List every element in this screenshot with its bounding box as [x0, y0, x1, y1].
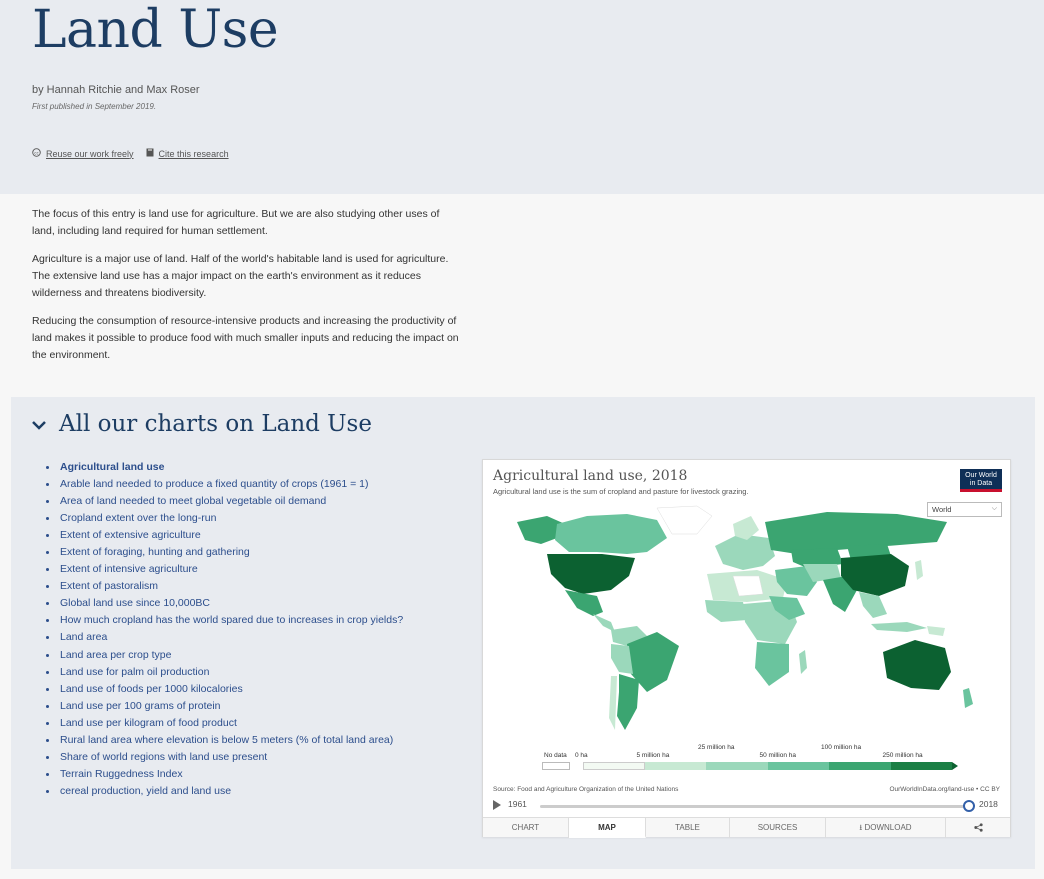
- svg-text:cc: cc: [34, 150, 38, 155]
- map-region-canada: [555, 514, 667, 554]
- map-region-papua: [927, 626, 945, 636]
- share-button[interactable]: [946, 818, 1010, 838]
- share-icon: [973, 823, 983, 833]
- chart-list-item[interactable]: Extent of extensive agriculture: [44, 527, 403, 544]
- map-region-west-africa: [705, 600, 747, 622]
- charts-panel: All our charts on Land Use Agricultural …: [11, 397, 1035, 869]
- reuse-link[interactable]: cc Reuse our work freely: [32, 148, 134, 159]
- chevron-down-icon[interactable]: [31, 417, 47, 433]
- tab-map[interactable]: MAP: [569, 818, 646, 838]
- intro-text: The focus of this entry is land use for …: [32, 206, 464, 375]
- map-region-southeast-asia: [859, 592, 887, 618]
- map-region-central-america: [593, 614, 615, 632]
- timeline-start-year: 1961: [508, 799, 527, 809]
- map-region-madagascar: [799, 650, 807, 674]
- legend-bin[interactable]: [890, 762, 952, 770]
- grapher-embed: Agricultural land use, 2018 Agricultural…: [482, 459, 1011, 838]
- chart-list-item[interactable]: Land use for palm oil production: [44, 664, 403, 681]
- legend-bin[interactable]: [767, 762, 829, 770]
- chart-list-item[interactable]: Land use of foods per 1000 kilocalories: [44, 681, 403, 698]
- chart-license-link[interactable]: OurWorldInData.org/land-use • CC BY: [889, 786, 1000, 793]
- tab-download[interactable]: ⭳ DOWNLOAD: [826, 818, 946, 838]
- chart-list-item[interactable]: Rural land area where elevation is below…: [44, 732, 403, 749]
- chart-list-item[interactable]: cereal production, yield and land use: [44, 783, 403, 800]
- cite-link[interactable]: Cite this research: [146, 148, 229, 159]
- chart-list-item[interactable]: Land use per kilogram of food product: [44, 715, 403, 732]
- map-region-southern-africa: [755, 642, 789, 686]
- chart-list-item[interactable]: Agricultural land use: [44, 459, 403, 476]
- intro-paragraph: The focus of this entry is land use for …: [32, 208, 440, 237]
- tab-chart[interactable]: CHART: [483, 818, 569, 838]
- play-icon[interactable]: [493, 800, 501, 810]
- chart-list-item[interactable]: Land use per 100 grams of protein: [44, 698, 403, 715]
- chart-list-item[interactable]: Global land use since 10,000BC: [44, 595, 403, 612]
- chart-list-item[interactable]: Land area per crop type: [44, 647, 403, 664]
- legend-no-data-swatch: [542, 762, 570, 770]
- legend-bin[interactable]: [644, 762, 706, 770]
- chart-list-item[interactable]: Extent of foraging, hunting and gatherin…: [44, 544, 403, 561]
- reuse-link-label: Reuse our work freely: [46, 148, 134, 159]
- map-region-chile: [609, 676, 617, 730]
- map-region-europe: [715, 534, 775, 570]
- legend-no-data-label: No data: [544, 752, 567, 759]
- tab-sources[interactable]: SOURCES: [730, 818, 826, 838]
- tab-table[interactable]: TABLE: [646, 818, 730, 838]
- legend-tick-label: 100 million ha: [821, 744, 862, 751]
- world-map[interactable]: [507, 504, 987, 744]
- chart-subtitle: Agricultural land use is the sum of crop…: [493, 487, 749, 496]
- chart-list-item[interactable]: Arable land needed to produce a fixed qu…: [44, 476, 403, 493]
- cc-icon: cc: [32, 148, 41, 159]
- grapher-tabs: CHART MAP TABLE SOURCES ⭳ DOWNLOAD: [483, 817, 1010, 838]
- map-region-new-zealand: [963, 688, 973, 708]
- chart-list-item[interactable]: Extent of pastoralism: [44, 578, 403, 595]
- chart-list-item[interactable]: Cropland extent over the long-run: [44, 510, 403, 527]
- map-region-usa: [547, 554, 635, 594]
- map-legend: No data 0 ha 5 million ha 25 million ha 50 …: [541, 744, 961, 774]
- legend-tick-label: 250 million ha: [882, 752, 923, 759]
- chevron-down-icon: ⌵: [991, 505, 997, 512]
- cite-link-label: Cite this research: [158, 148, 229, 159]
- article-header: Land Use by Hannah Ritchie and Max Roser…: [0, 0, 1044, 194]
- timeline: 1961 2018: [493, 798, 1002, 814]
- legend-tick-label: 0 ha: [575, 752, 588, 759]
- charts-heading[interactable]: All our charts on Land Use: [59, 411, 372, 437]
- map-region-japan: [915, 560, 923, 580]
- intro-paragraph: Reducing the consumption of resource-int…: [32, 315, 459, 361]
- timeline-end-year: 2018: [979, 799, 998, 809]
- chart-list-item[interactable]: Share of world regions with land use pre…: [44, 749, 403, 766]
- legend-bin[interactable]: [829, 762, 891, 770]
- intro-paragraph: Agriculture is a major use of land. Half…: [32, 253, 449, 299]
- chart-title: Agricultural land use, 2018: [493, 468, 688, 484]
- chart-list-item[interactable]: Extent of intensive agriculture: [44, 561, 403, 578]
- header-links: cc Reuse our work freely Cite this resea…: [32, 148, 229, 159]
- legend-tick-label: 50 million ha: [759, 752, 797, 759]
- book-icon: [146, 148, 154, 159]
- map-region-australia: [883, 640, 951, 690]
- download-icon: ⭳: [859, 823, 863, 832]
- legend-tick-label: 5 million ha: [636, 752, 670, 759]
- legend-tick-label: 25 million ha: [698, 744, 735, 751]
- page-title: Land Use: [32, 0, 279, 60]
- timeline-handle[interactable]: [963, 800, 975, 812]
- map-region-argentina: [617, 674, 639, 730]
- map-region-mexico: [565, 590, 603, 616]
- published-date: First published in September 2019.: [32, 102, 157, 111]
- legend-bin[interactable]: [583, 762, 645, 770]
- chart-list-item[interactable]: Area of land needed to meet global veget…: [44, 493, 403, 510]
- byline: by Hannah Ritchie and Max Roser: [32, 84, 200, 96]
- legend-bin[interactable]: [706, 762, 768, 770]
- chart-list: Agricultural land use Arable land needed…: [44, 459, 403, 800]
- legend-arrow: [952, 762, 958, 770]
- chart-list-item[interactable]: Land area: [44, 629, 403, 646]
- chart-list-item[interactable]: Terrain Ruggedness Index: [44, 766, 403, 783]
- chart-source: Source: Food and Agriculture Organizatio…: [493, 786, 679, 793]
- chart-list-item[interactable]: How much cropland has the world spared d…: [44, 612, 403, 629]
- map-region-greenland: [656, 505, 713, 535]
- timeline-track[interactable]: [540, 805, 968, 808]
- owid-logo[interactable]: Our World in Data: [960, 469, 1002, 492]
- map-region-indonesia: [871, 622, 927, 632]
